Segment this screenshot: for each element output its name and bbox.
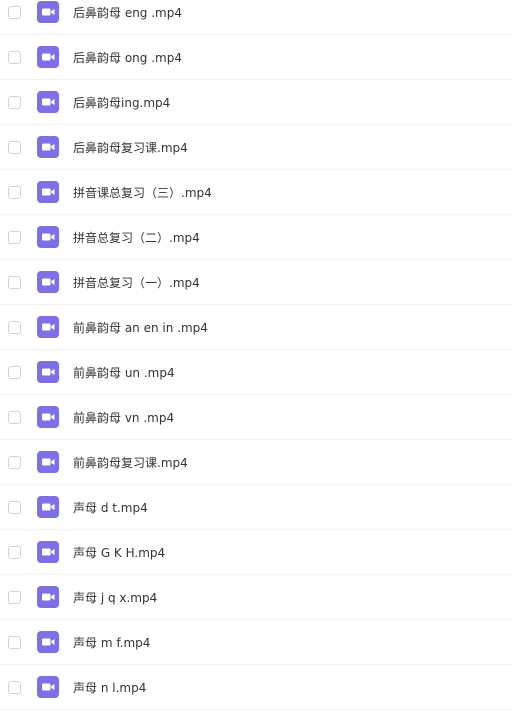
file-row[interactable]: 拼音总复习（二）.mp4 [0,215,512,260]
file-name[interactable]: 后鼻韵母ing.mp4 [73,94,170,111]
file-row[interactable]: 拼音课总复习（三）.mp4 [0,170,512,215]
row-checkbox[interactable] [8,320,21,334]
row-checkbox[interactable] [8,545,21,559]
file-row[interactable]: 声母 G K H.mp4 [0,530,512,575]
file-name[interactable]: 声母 d t.mp4 [73,499,148,516]
row-checkbox[interactable] [8,455,21,469]
row-checkbox[interactable] [8,680,21,694]
row-checkbox[interactable] [8,185,21,199]
file-row[interactable]: 前鼻韵母 vn .mp4 [0,395,512,440]
file-row[interactable]: 后鼻韵母复习课.mp4 [0,125,512,170]
file-row[interactable]: 前鼻韵母 un .mp4 [0,350,512,395]
video-file-icon [37,586,59,608]
row-checkbox[interactable] [8,275,21,289]
video-file-icon [37,226,59,248]
file-name[interactable]: 前鼻韵母复习课.mp4 [73,454,188,471]
file-name[interactable]: 拼音总复习（一）.mp4 [73,274,200,291]
row-checkbox[interactable] [8,365,21,379]
video-file-icon [37,136,59,158]
file-row[interactable]: 声母 j q x.mp4 [0,575,512,620]
file-row[interactable]: 前鼻韵母复习课.mp4 [0,440,512,485]
file-name[interactable]: 前鼻韵母 un .mp4 [73,364,175,381]
file-row[interactable]: 拼音总复习（一）.mp4 [0,260,512,305]
video-file-icon [37,406,59,428]
file-row[interactable]: 前鼻韵母 an en in .mp4 [0,305,512,350]
video-file-icon [37,631,59,653]
file-name[interactable]: 拼音课总复习（三）.mp4 [73,184,212,201]
video-file-icon [37,451,59,473]
video-file-icon [37,181,59,203]
file-row[interactable]: 声母 d t.mp4 [0,485,512,530]
file-name[interactable]: 前鼻韵母 vn .mp4 [73,409,174,426]
video-file-icon [37,1,59,23]
row-checkbox[interactable] [8,230,21,244]
file-list: 后鼻韵母 eng .mp4 后鼻韵母 ong .mp4 后鼻韵母ing.mp4 … [0,0,512,713]
file-row[interactable]: 声母 m f.mp4 [0,620,512,665]
file-name[interactable]: 后鼻韵母 eng .mp4 [73,4,182,21]
row-checkbox[interactable] [8,500,21,514]
file-name[interactable]: 后鼻韵母复习课.mp4 [73,139,188,156]
row-checkbox[interactable] [8,590,21,604]
video-file-icon [37,676,59,698]
file-row[interactable]: 后鼻韵母ing.mp4 [0,80,512,125]
video-file-icon [37,46,59,68]
row-checkbox[interactable] [8,5,21,19]
file-row[interactable]: 后鼻韵母 ong .mp4 [0,35,512,80]
file-name[interactable]: 拼音总复习（二）.mp4 [73,229,200,246]
video-file-icon [37,316,59,338]
file-name[interactable]: 声母 j q x.mp4 [73,589,157,606]
video-file-icon [37,91,59,113]
video-file-icon [37,496,59,518]
file-row[interactable]: 声母 n l.mp4 [0,665,512,710]
row-checkbox[interactable] [8,635,21,649]
file-name[interactable]: 后鼻韵母 ong .mp4 [73,49,182,66]
video-file-icon [37,541,59,563]
row-checkbox[interactable] [8,140,21,154]
file-name[interactable]: 声母 n l.mp4 [73,679,146,696]
file-name[interactable]: 声母 G K H.mp4 [73,544,165,561]
row-checkbox[interactable] [8,410,21,424]
file-row[interactable]: 后鼻韵母 eng .mp4 [0,0,512,35]
row-checkbox[interactable] [8,95,21,109]
video-file-icon [37,361,59,383]
video-file-icon [37,271,59,293]
file-name[interactable]: 前鼻韵母 an en in .mp4 [73,319,208,336]
file-name[interactable]: 声母 m f.mp4 [73,634,150,651]
row-checkbox[interactable] [8,50,21,64]
